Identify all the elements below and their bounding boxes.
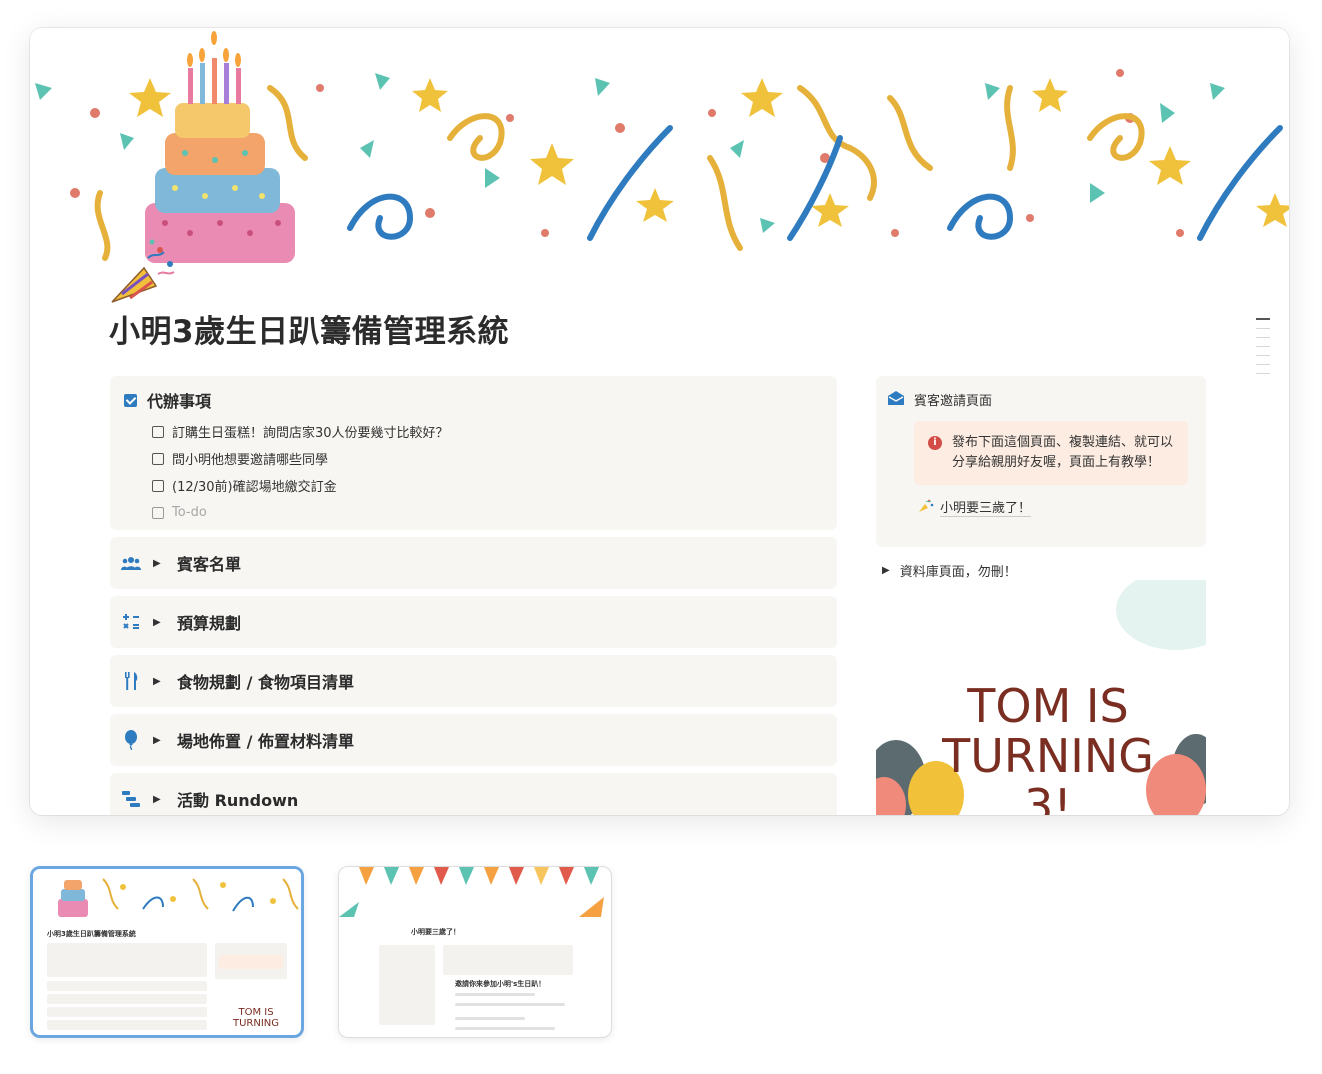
todo-item-text[interactable]: 問小明他想要邀請哪些同學 <box>172 449 328 468</box>
calculator-icon <box>121 612 141 632</box>
right-column: 賓客邀請頁面 i 發布下面這個頁面、複製連結、就可以分享給親朋好友喔，頁面上有教… <box>876 376 1206 815</box>
toggle-label[interactable]: 賓客名單 <box>177 551 241 575</box>
thumbnail-invite[interactable]: 小明要三歲了！ 邀請你來參加小明's生日趴！ <box>338 866 612 1038</box>
thumbnail-heading: 邀請你來參加小明's生日趴！ <box>455 980 546 988</box>
thumbnail-title: 小明要三歲了！ <box>411 928 460 936</box>
promo-line2: TURNING <box>941 729 1154 783</box>
invite-page-link[interactable]: 小明要三歲了！ <box>918 497 1194 517</box>
info-icon: i <box>928 436 942 450</box>
todo-checkbox[interactable] <box>152 452 164 465</box>
page-title: 小明3歲生日趴籌備管理系統 <box>109 314 510 350</box>
toggle-rundown[interactable]: ▶ 活動 Rundown <box>110 773 837 815</box>
left-column: 代辦事項 訂購生日蛋糕！詢問店家30人份要幾寸比較好？ 問小明他想要邀請哪些同學… <box>110 376 837 815</box>
todo-item[interactable]: 問小明他想要邀請哪些同學 <box>124 445 823 472</box>
todo-item-text[interactable]: (12/30前)確認場地繳交訂金 <box>172 476 337 495</box>
toggle-arrow-icon[interactable]: ▶ <box>153 794 165 805</box>
toggle-label[interactable]: 場地佈置 / 佈置材料清單 <box>177 728 354 752</box>
promo-line1: TOM IS <box>966 679 1128 733</box>
party-popper-icon <box>918 497 934 517</box>
timeline-icon <box>121 789 141 809</box>
todo-item[interactable]: 訂購生日蛋糕！詢問店家30人份要幾寸比較好？ <box>124 418 823 445</box>
todo-heading: 代辦事項 <box>124 388 823 412</box>
fork-knife-icon <box>121 671 141 691</box>
party-popper-icon[interactable] <box>108 228 188 308</box>
toggle-arrow-icon[interactable]: ▶ <box>153 735 165 746</box>
todo-new-item[interactable]: To-do <box>124 499 823 526</box>
toggle-label[interactable]: 活動 Rundown <box>177 787 298 811</box>
toggle-arrow-icon[interactable]: ▶ <box>153 617 165 628</box>
toggle-label[interactable]: 食物規劃 / 食物項目清單 <box>177 669 354 693</box>
toggle-label[interactable]: 預算規劃 <box>177 610 241 634</box>
todo-checkbox[interactable] <box>152 506 164 519</box>
todo-block: 代辦事項 訂購生日蛋糕！詢問店家30人份要幾寸比較好？ 問小明他想要邀請哪些同學… <box>110 376 837 530</box>
todo-checkbox[interactable] <box>152 425 164 438</box>
toggle-arrow-icon[interactable]: ▶ <box>882 565 890 576</box>
thumbnail-promo-line1: TOM IS <box>238 1007 274 1018</box>
balloon-icon <box>121 730 141 750</box>
todo-placeholder[interactable]: To-do <box>172 505 207 520</box>
toggle-budget[interactable]: ▶ 預算規劃 <box>110 596 837 648</box>
toggle-venue[interactable]: ▶ 場地佈置 / 佈置材料清單 <box>110 714 837 766</box>
checkbox-icon <box>124 393 137 407</box>
todo-checkbox[interactable] <box>152 479 164 492</box>
mail-icon <box>888 390 904 409</box>
cover-image[interactable] <box>30 28 1289 268</box>
promo-image[interactable]: TOM IS TURNING 3! <box>876 580 1206 815</box>
todo-item[interactable]: (12/30前)確認場地繳交訂金 <box>124 472 823 499</box>
table-of-contents[interactable] <box>1256 318 1270 382</box>
callout: i 發布下面這個頁面、複製連結、就可以分享給親朋好友喔，頁面上有教學！ <box>914 421 1188 485</box>
toggle-guest-list[interactable]: ▶ 賓客名單 <box>110 537 837 589</box>
invite-heading: 賓客邀請頁面 <box>888 390 1194 409</box>
toggle-arrow-icon[interactable]: ▶ <box>153 676 165 687</box>
toggle-arrow-icon[interactable]: ▶ <box>153 558 165 569</box>
invite-heading-label: 賓客邀請頁面 <box>914 394 993 409</box>
invite-block: 賓客邀請頁面 i 發布下面這個頁面、複製連結、就可以分享給親朋好友喔，頁面上有教… <box>876 376 1206 547</box>
todo-item-text[interactable]: 訂購生日蛋糕！詢問店家30人份要幾寸比較好？ <box>172 422 449 441</box>
thumbnail-promo-line2: TURNING <box>233 1018 280 1029</box>
toggle-food[interactable]: ▶ 食物規劃 / 食物項目清單 <box>110 655 837 707</box>
promo-line3: 3! <box>1024 779 1072 815</box>
main-window: 小明3歲生日趴籌備管理系統 代辦事項 訂購生日蛋糕！詢問店家30人份要幾寸比較好… <box>30 28 1289 815</box>
callout-text: 發布下面這個頁面、複製連結、就可以分享給親朋好友喔，頁面上有教學！ <box>952 435 1174 470</box>
invite-page-link-label[interactable]: 小明要三歲了！ <box>940 497 1032 517</box>
toggle-database-label[interactable]: 資料庫頁面，勿刪！ <box>900 561 1017 580</box>
people-icon <box>121 553 141 573</box>
todo-heading-label: 代辦事項 <box>147 392 212 411</box>
thumbnail-promo: TOM IS TURNING <box>233 1007 279 1029</box>
thumbnail-title: 小明3歲生日趴籌備管理系統 <box>47 930 136 938</box>
thumbnail-main[interactable]: 小明3歲生日趴籌備管理系統 TOM IS TURNING <box>30 866 304 1038</box>
toggle-database[interactable]: ▶ 資料庫頁面，勿刪！ <box>882 561 1206 580</box>
